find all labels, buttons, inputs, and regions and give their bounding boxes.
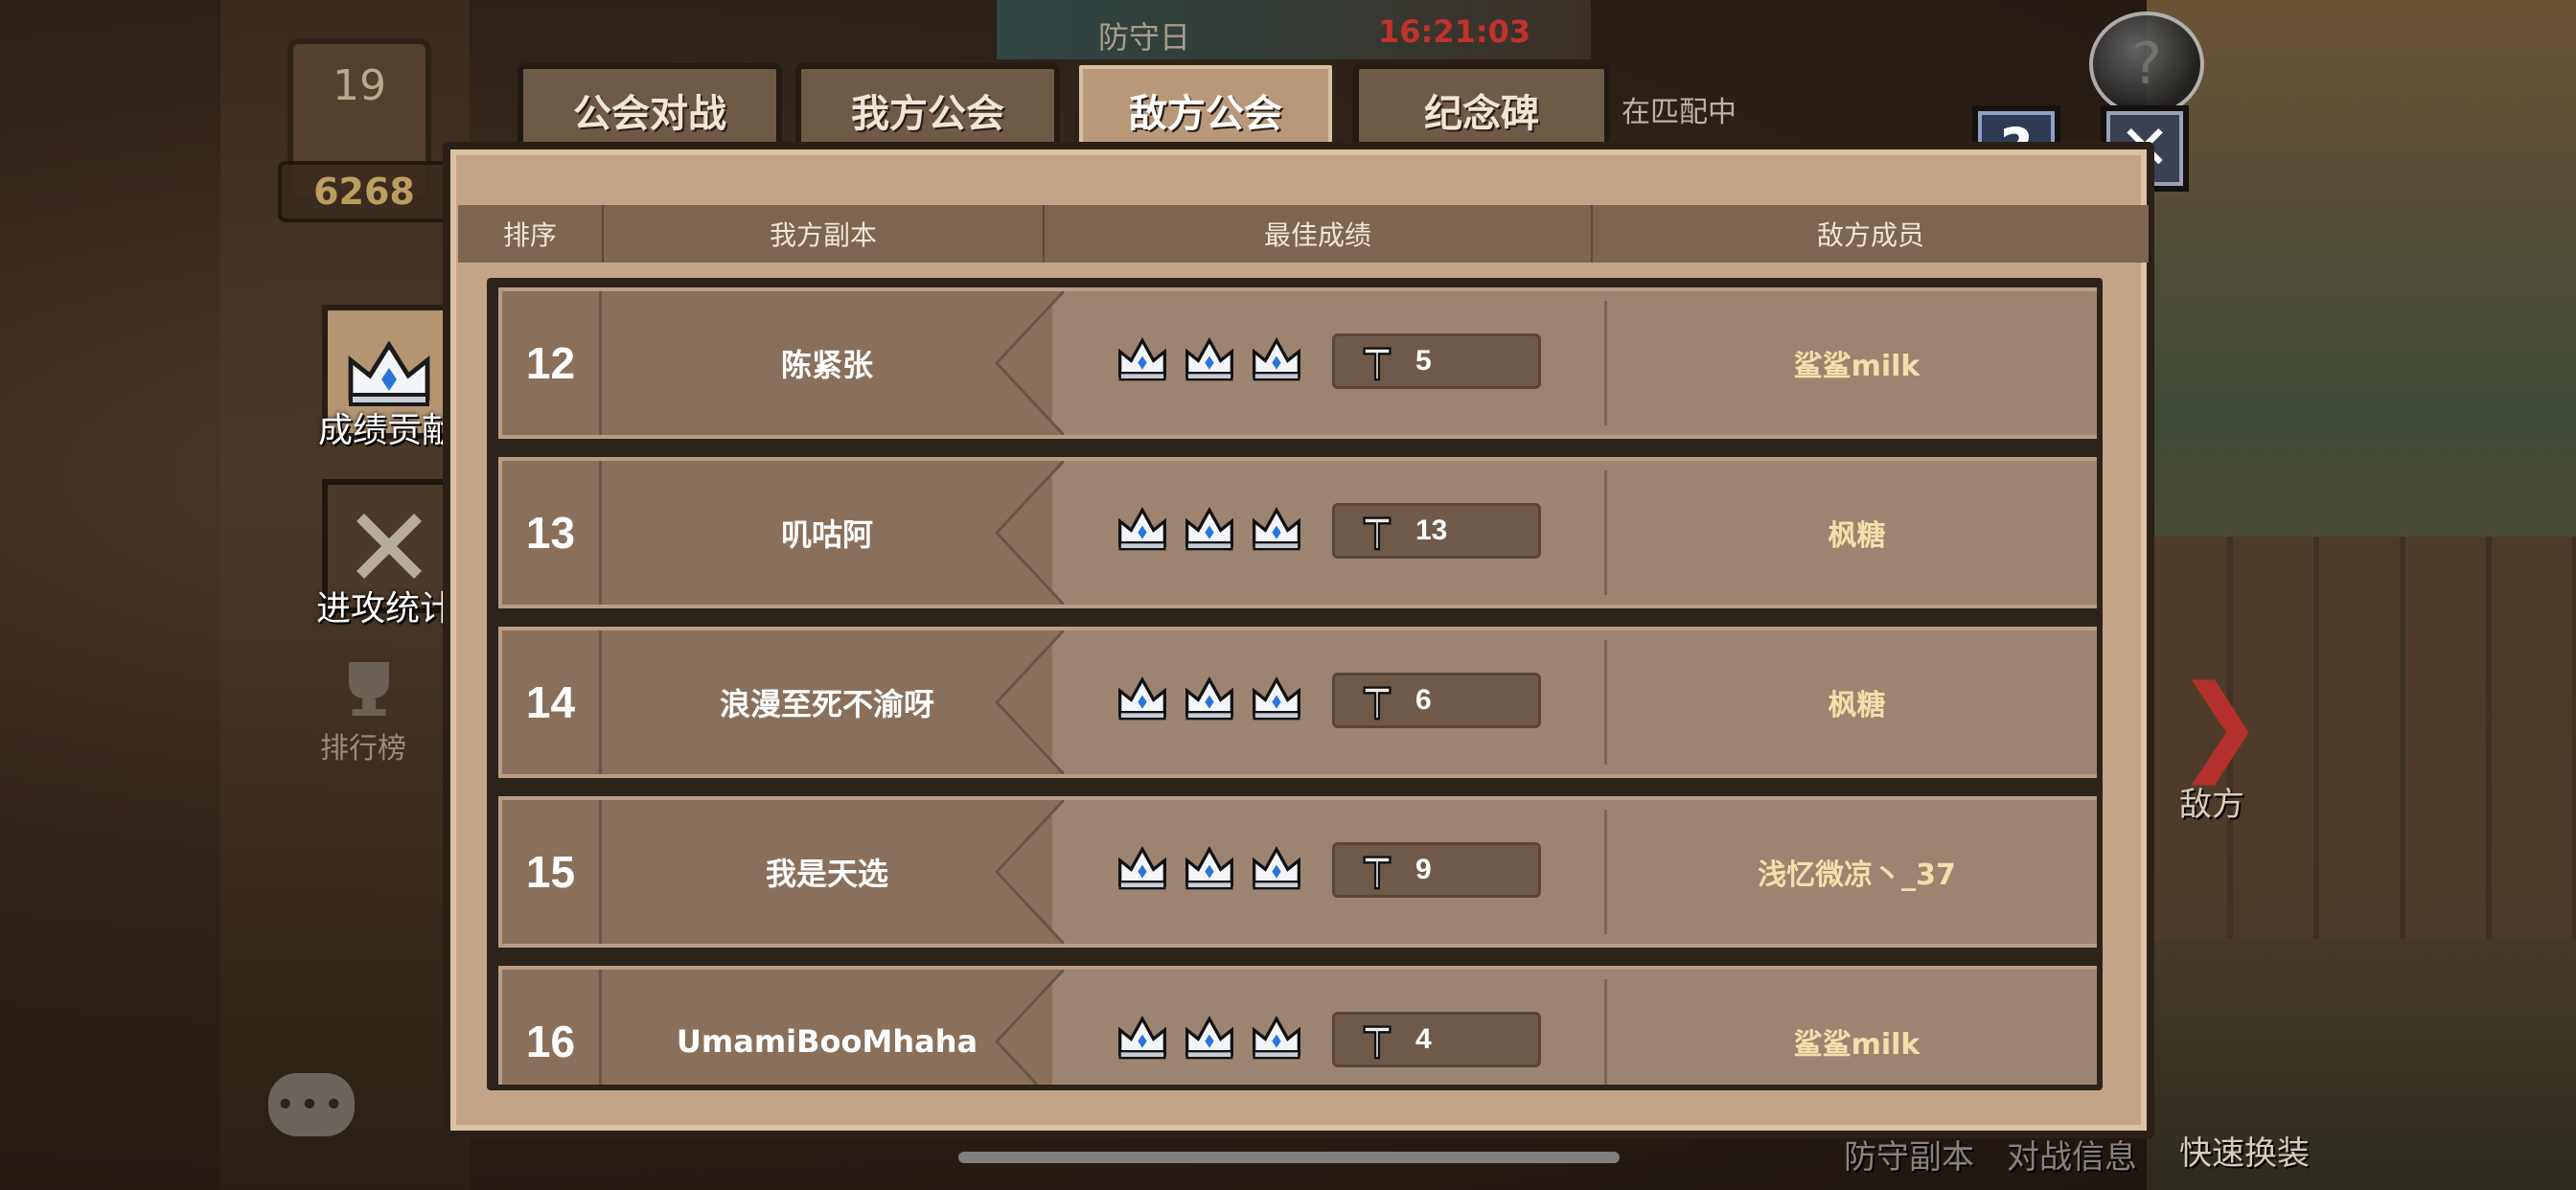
- row-attempts-value: 13: [1415, 515, 1448, 546]
- row-dungeon-name: UmamiBooMhaha: [602, 970, 1052, 1085]
- header-dungeon: 我方副本: [604, 205, 1045, 263]
- tab-monument[interactable]: 纪念碑: [1353, 63, 1610, 151]
- trophy-icon[interactable]: [326, 655, 412, 722]
- crown-icon: [1185, 506, 1233, 551]
- score-badge: 6268: [278, 161, 450, 222]
- table-row[interactable]: 15 我是天选 9 浅忆微凉丶_37: [498, 796, 2097, 948]
- matching-status: 在匹配中: [1622, 96, 1736, 129]
- row-notch-decor: [995, 291, 1064, 435]
- row-rank: 16: [502, 970, 602, 1085]
- crown-icon: [1253, 845, 1300, 890]
- row-attempts-value: 6: [1415, 684, 1432, 716]
- row-attempts-badge: 4: [1332, 1012, 1541, 1067]
- sword-icon: [1363, 856, 1392, 890]
- row-attempts-value: 4: [1415, 1023, 1432, 1055]
- table-row[interactable]: 14 浪漫至死不渝呀 6 枫糖: [498, 627, 2097, 778]
- row-attempts-value: 5: [1415, 345, 1432, 377]
- row-notch-decor: [995, 970, 1064, 1085]
- row-crown-rating: [1116, 1010, 1303, 1064]
- crown-icon: [1118, 675, 1166, 721]
- sword-icon: [1363, 686, 1392, 721]
- tab-enemy-guild[interactable]: 敌方公会: [1073, 59, 1338, 155]
- enemy-arrow-icon: ❯: [2175, 662, 2265, 785]
- row-notch-decor: [995, 461, 1064, 605]
- row-crown-rating: [1116, 501, 1303, 555]
- sword-icon: [1363, 1025, 1392, 1060]
- table-row[interactable]: 13 叽咕阿 13 枫糖: [498, 457, 2097, 608]
- sidebar-label-contribution: 成绩贡献: [318, 411, 457, 450]
- table-row[interactable]: 16 UmamiBooMhaha 4 鲨鲨milk: [498, 966, 2097, 1085]
- row-crown-rating: [1116, 671, 1303, 724]
- tab-guild-battle[interactable]: 公会对战: [518, 63, 782, 151]
- crown-icon: [1185, 336, 1233, 381]
- row-attempts-value: 9: [1415, 854, 1432, 885]
- crown-icon: [1253, 1015, 1300, 1060]
- row-enemy-member: 枫糖: [1828, 519, 1886, 553]
- row-crown-rating: [1116, 332, 1303, 385]
- row-enemy-member: 枫糖: [1828, 689, 1886, 722]
- row-rank: 15: [502, 800, 602, 944]
- sword-icon: [1363, 516, 1392, 551]
- row-attempts-badge: 6: [1332, 673, 1541, 728]
- row-notch-decor: [995, 800, 1064, 944]
- row-attempts-badge: 13: [1332, 503, 1541, 559]
- score-list[interactable]: 12 陈紧张 5 鲨鲨milk 13 叽咕阿 13 枫糖 14 浪漫至死不渝呀 …: [487, 278, 2103, 1090]
- crown-icon: [1118, 506, 1166, 551]
- row-rank: 13: [502, 461, 602, 605]
- countdown-timer: 16:21:03: [1378, 13, 1531, 50]
- row-enemy-member: 浅忆微凉丶_37: [1758, 858, 1956, 892]
- quick-swap-label[interactable]: 快速换装: [2179, 1127, 2310, 1174]
- header-enemy-member: 敌方成员: [1816, 219, 1924, 251]
- header-best-score: 最佳成绩: [1045, 205, 1593, 263]
- row-enemy-member: 鲨鲨milk: [1793, 1028, 1920, 1062]
- background-decor-right: [2147, 0, 2576, 1190]
- sidebar-label-leaderboard: 排行榜: [320, 732, 406, 766]
- crown-icon: [1253, 336, 1300, 381]
- row-attempts-badge: 9: [1332, 842, 1541, 898]
- crown-icon: [1253, 506, 1300, 551]
- row-dungeon-name: 我是天选: [602, 800, 1052, 944]
- sword-icon: [1363, 347, 1392, 381]
- chat-icon[interactable]: •••: [268, 1073, 355, 1136]
- crown-icon: [1118, 336, 1166, 381]
- row-enemy-member: 鲨鲨milk: [1793, 350, 1920, 383]
- day-label: 防守日: [1098, 19, 1191, 56]
- enemy-label: 敌方: [2179, 786, 2244, 824]
- crown-icon: [1253, 675, 1300, 721]
- header-rank: 排序: [458, 205, 604, 263]
- sidebar-label-attack-stats: 进攻统计: [316, 589, 455, 629]
- row-dungeon-name: 陈紧张: [602, 291, 1052, 435]
- row-notch-decor: [995, 630, 1064, 774]
- row-dungeon-name: 浪漫至死不渝呀: [602, 630, 1052, 774]
- crown-icon: [1185, 845, 1233, 890]
- table-header: 排序 我方副本 最佳成绩 敌方成员: [458, 205, 2149, 263]
- crossed-swords-icon: [356, 514, 422, 579]
- row-attempts-badge: 5: [1332, 333, 1541, 389]
- crown-icon: [1185, 675, 1233, 721]
- crown-icon: [1185, 1015, 1233, 1060]
- help-bubble-icon: ?: [2089, 11, 2204, 117]
- crown-icon: [348, 340, 430, 406]
- row-rank: 12: [502, 291, 602, 435]
- tab-our-guild[interactable]: 我方公会: [795, 63, 1060, 151]
- row-crown-rating: [1116, 840, 1303, 894]
- row-dungeon-name: 叽咕阿: [602, 461, 1052, 605]
- crown-icon: [1118, 1015, 1166, 1060]
- row-rank: 14: [502, 630, 602, 774]
- crown-icon: [1118, 845, 1166, 890]
- home-indicator: [958, 1152, 1620, 1163]
- table-row[interactable]: 12 陈紧张 5 鲨鲨milk: [498, 287, 2097, 439]
